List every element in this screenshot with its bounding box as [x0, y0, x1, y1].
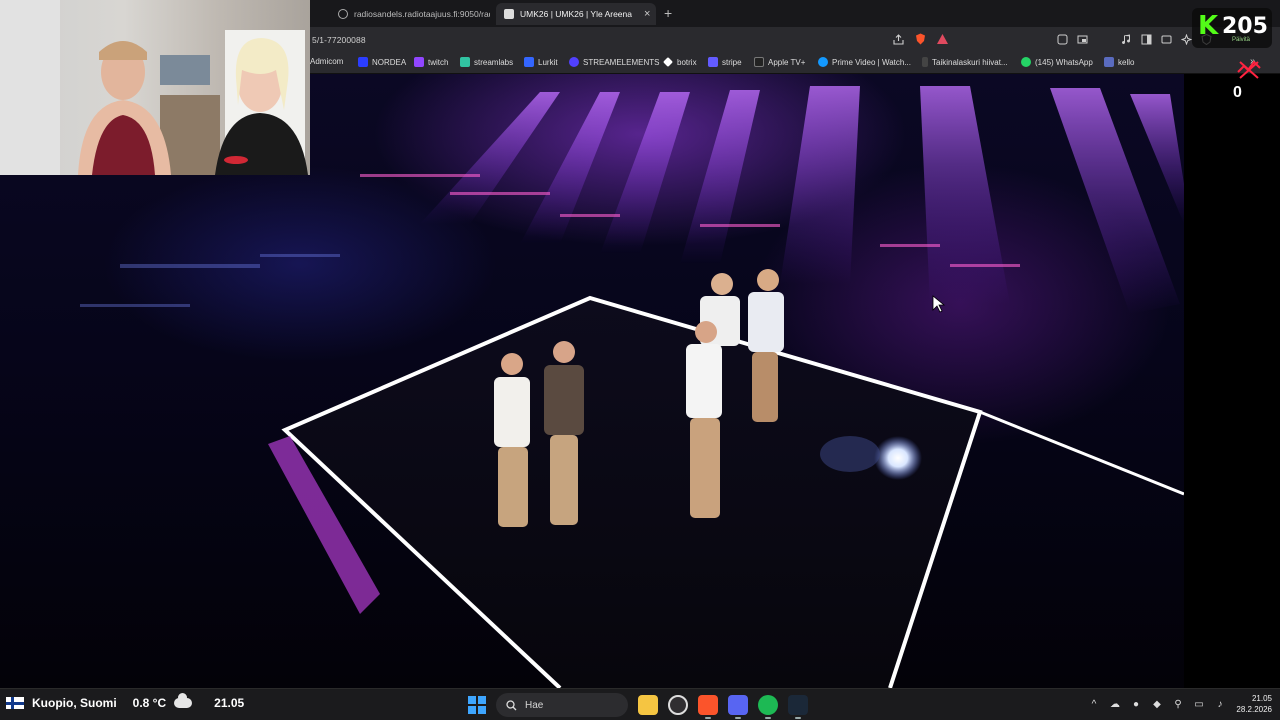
- tab-radio[interactable]: radiosandels.radiotaajuus.fi:9050/rad: [330, 3, 490, 25]
- bookmark-lurkit[interactable]: Lurkit: [524, 57, 558, 67]
- discord-icon[interactable]: [728, 695, 748, 719]
- sidebar-icon[interactable]: [1140, 33, 1152, 45]
- finland-flag-icon: [6, 697, 24, 709]
- bookmark-streamelements[interactable]: STREAMELEMENTS: [569, 57, 659, 67]
- weather-temperature: 0.8 °C: [132, 696, 167, 710]
- clock-date: 28.2.2026: [1236, 705, 1272, 714]
- system-tray: ^ ☁ ● ◆ ⚲ ▭ ♪: [1088, 698, 1226, 710]
- url-field[interactable]: 5/1-77200088: [312, 35, 366, 45]
- bookmark-stripe[interactable]: stripe: [708, 57, 742, 67]
- right-panel-background: [1184, 74, 1280, 688]
- bookmark-admicom[interactable]: Admicom: [310, 57, 343, 66]
- primevideo-icon: [818, 57, 828, 67]
- taskbar-apps: Hae: [468, 693, 808, 719]
- bookmark-prime-video[interactable]: Prime Video | Watch...: [818, 57, 911, 67]
- bookmark-botrix[interactable]: botrix: [663, 57, 697, 67]
- muted-icon: [1236, 58, 1262, 85]
- appletv-icon: [754, 57, 764, 67]
- cloud-icon: [174, 693, 193, 708]
- wallet-icon[interactable]: [1160, 33, 1172, 45]
- system-clock[interactable]: 21.05 28.2.2026: [1226, 693, 1272, 715]
- clock-time: 21.05: [1251, 694, 1272, 703]
- brave-shield-icon[interactable]: [914, 33, 926, 45]
- brave-tray-icon[interactable]: ●: [1130, 698, 1142, 710]
- botrix-icon: [663, 57, 673, 67]
- weather-location: Kuopio, Suomi: [32, 696, 117, 710]
- kick-logo: K: [1198, 11, 1219, 41]
- display-icon[interactable]: ▭: [1193, 698, 1205, 710]
- streamlabs-icon: [460, 57, 470, 67]
- twitch-icon: [414, 57, 424, 67]
- stripe-icon: [708, 57, 718, 67]
- microphone-icon[interactable]: ⚲: [1172, 698, 1184, 710]
- new-tab-button[interactable]: +: [664, 5, 672, 21]
- media-control-icon[interactable]: [1120, 33, 1132, 45]
- streamelements-icon: [569, 57, 579, 67]
- lurkit-icon: [524, 57, 534, 67]
- share-icon[interactable]: [892, 33, 904, 45]
- weather-widget[interactable]: Kuopio, Suomi 0.8 °C 21.05: [6, 693, 245, 710]
- weather-time: 21.05: [214, 696, 245, 710]
- tab-title: radiosandels.radiotaajuus.fi:9050/rad: [354, 9, 490, 19]
- brave-rewards-icon[interactable]: [936, 33, 948, 45]
- search-icon: [506, 699, 517, 710]
- bookmark-apple-tv[interactable]: Apple TV+: [754, 57, 805, 67]
- bookmark-kello[interactable]: kello: [1104, 57, 1134, 67]
- bookmark-twitch[interactable]: twitch: [414, 57, 448, 67]
- whatsapp-icon: [1021, 57, 1031, 67]
- leo-ai-icon[interactable]: [1180, 33, 1192, 45]
- extensions-icon[interactable]: [1056, 33, 1068, 45]
- follower-count: 205: [1222, 14, 1268, 39]
- kick-subtext: Päivitä: [1232, 37, 1251, 43]
- search-placeholder: Hae: [525, 699, 544, 711]
- windows-taskbar: Kuopio, Suomi 0.8 °C 21.05 Hae ^ ☁ ● ◆ ⚲…: [0, 688, 1280, 720]
- file-explorer-icon[interactable]: [638, 695, 658, 715]
- nordea-icon: [358, 57, 368, 67]
- speaker-icon[interactable]: ♪: [1214, 698, 1226, 710]
- onedrive-icon[interactable]: ☁: [1109, 698, 1121, 710]
- counter-zero: 0: [1233, 84, 1242, 101]
- bookmark-taikinalaskuri[interactable]: Taikinalaskuri hiivat...: [922, 57, 1008, 67]
- webcam-feed: [0, 0, 308, 175]
- tab-yle-areena[interactable]: UMK26 | UMK26 | Yle Areena ×: [496, 3, 656, 25]
- close-tab-icon[interactable]: ×: [644, 8, 650, 20]
- steam-tray-icon[interactable]: ◆: [1151, 698, 1163, 710]
- brave-icon[interactable]: [698, 695, 718, 719]
- steam-icon[interactable]: [788, 695, 808, 719]
- spotify-icon[interactable]: [758, 695, 778, 719]
- tray-overflow-icon[interactable]: ^: [1088, 698, 1100, 710]
- stage-spotlight: [874, 436, 922, 480]
- bookmark-nordea[interactable]: NORDEA: [358, 57, 406, 67]
- tab-title: UMK26 | UMK26 | Yle Areena: [520, 9, 632, 19]
- globe-icon: [338, 9, 348, 19]
- bookmark-whatsapp[interactable]: (145) WhatsApp: [1021, 57, 1093, 67]
- kello-icon: [1104, 57, 1114, 67]
- picture-in-picture-icon[interactable]: [1076, 33, 1088, 45]
- windows-start-icon[interactable]: [468, 696, 486, 714]
- yle-areena-icon: [504, 9, 514, 19]
- webcam-overlay: [0, 0, 310, 175]
- taikina-icon: [922, 57, 928, 67]
- bookmark-streamlabs[interactable]: streamlabs: [460, 57, 513, 67]
- taskbar-search[interactable]: Hae: [496, 693, 628, 717]
- stage-light-beams: [420, 86, 1184, 314]
- obs-icon[interactable]: [668, 695, 688, 715]
